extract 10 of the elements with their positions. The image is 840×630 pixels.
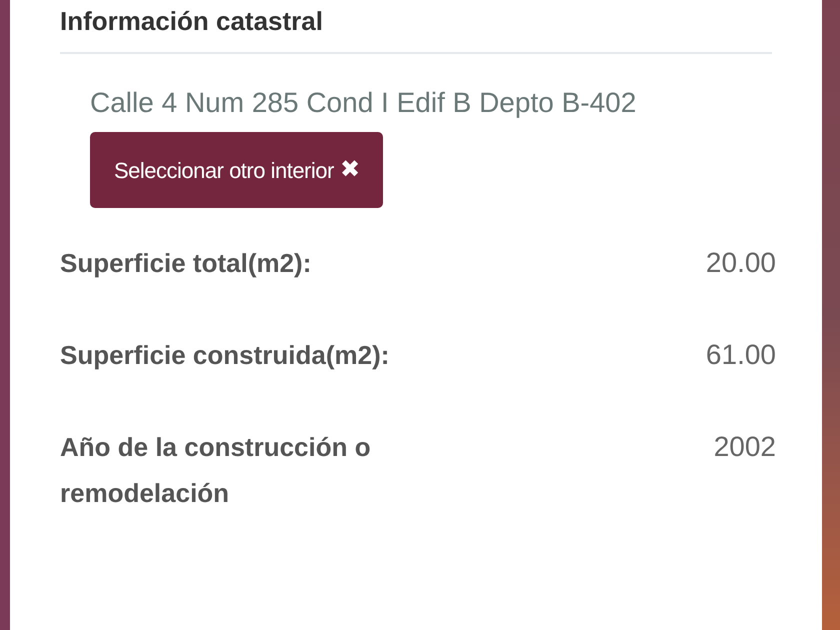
address-text: Calle 4 Num 285 Cond I Edif B Depto B-402	[90, 87, 636, 118]
field-value: 20.00	[706, 246, 776, 280]
field-label: Año de la construcción o remodelación	[60, 431, 372, 510]
field-label: Superficie total(m2):	[60, 247, 312, 280]
field-value: 2002	[714, 430, 776, 464]
field-value: 61.00	[706, 338, 776, 372]
field-label: Superficie construida(m2):	[60, 339, 390, 372]
select-other-interior-button[interactable]: Seleccionar otro interior ✖	[90, 132, 384, 208]
panel-title: Información catastral	[60, 5, 324, 38]
close-icon: ✖	[340, 158, 360, 182]
